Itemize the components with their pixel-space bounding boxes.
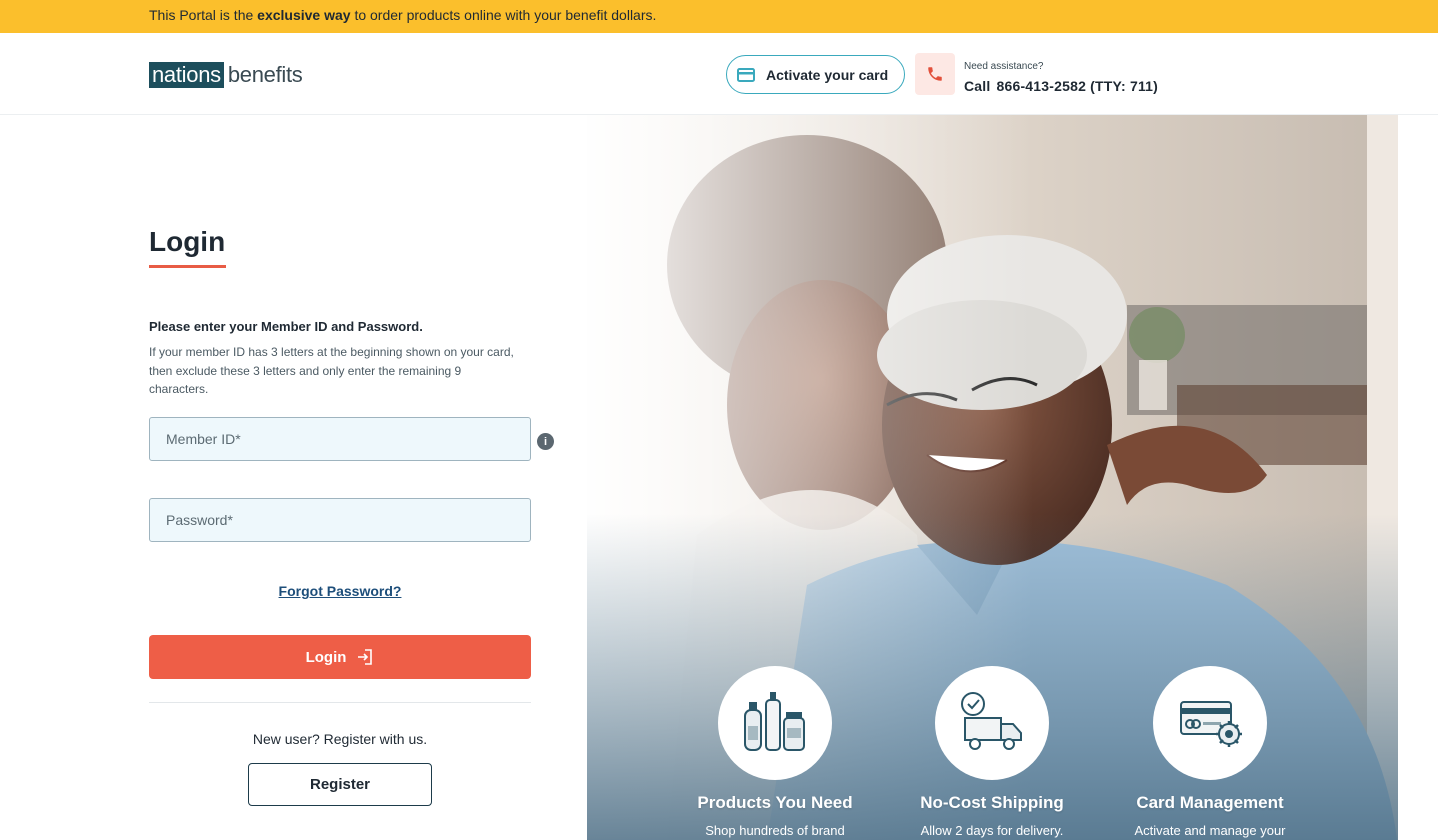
feature-desc: Allow 2 days for delivery. (920, 823, 1064, 838)
sign-in-icon (356, 648, 374, 666)
products-icon (718, 666, 832, 780)
feature-card-management: Card Management Activate and manage your (1110, 666, 1310, 838)
divider (149, 702, 531, 703)
login-button-label: Login (305, 648, 347, 666)
card-settings-icon (1153, 666, 1267, 780)
call-label: Call (964, 78, 991, 94)
title-underline (149, 265, 226, 268)
feature-title: Products You Need (697, 793, 853, 812)
feature-products: Products You Need Shop hundreds of brand (675, 666, 875, 838)
logo-left: nations (149, 62, 224, 88)
activate-card-label: Activate your card (766, 66, 889, 83)
feature-title: No-Cost Shipping (920, 793, 1064, 812)
logo-right: benefits (227, 62, 303, 87)
announcement-banner: This Portal is the exclusive way to orde… (0, 0, 1438, 33)
feature-shipping: No-Cost Shipping Allow 2 days for delive… (892, 666, 1092, 838)
instruction-text: If your member ID has 3 letters at the b… (149, 345, 514, 396)
nations-benefits-logo[interactable]: nations benefits (149, 62, 303, 88)
feature-desc: Shop hundreds of brand (705, 823, 845, 838)
hero-image: Products You Need Shop hundreds of brand… (587, 115, 1398, 840)
feature-title: Card Management (1136, 793, 1284, 812)
delivery-truck-icon (935, 666, 1049, 780)
instruction-title: Please enter your Member ID and Password… (149, 319, 423, 334)
activate-card-button[interactable]: Activate your card (726, 55, 905, 94)
banner-text: This Portal is the exclusive way to orde… (149, 7, 657, 23)
password-input[interactable] (149, 498, 531, 542)
register-button[interactable]: Register (248, 763, 432, 806)
site-header: nations benefits Activate your card Need… (0, 33, 1438, 115)
feature-desc: Activate and manage your (1134, 823, 1286, 838)
phone-icon (915, 53, 955, 95)
forgot-password-link[interactable]: Forgot Password? (149, 583, 531, 599)
page-title: Login (149, 226, 226, 257)
member-id-input[interactable] (149, 417, 531, 461)
new-user-text: New user? Register with us. (252, 731, 428, 747)
phone-number: 866-413-2582 (TTY: 711) (996, 78, 1159, 94)
assistance-label: Need assistance? (964, 61, 1044, 72)
login-button[interactable]: Login (149, 635, 531, 679)
assistance-phone[interactable]: Call 866-413-2582 (TTY: 711) (964, 78, 1158, 94)
credit-card-icon (737, 67, 755, 82)
info-icon[interactable]: i (537, 433, 554, 450)
